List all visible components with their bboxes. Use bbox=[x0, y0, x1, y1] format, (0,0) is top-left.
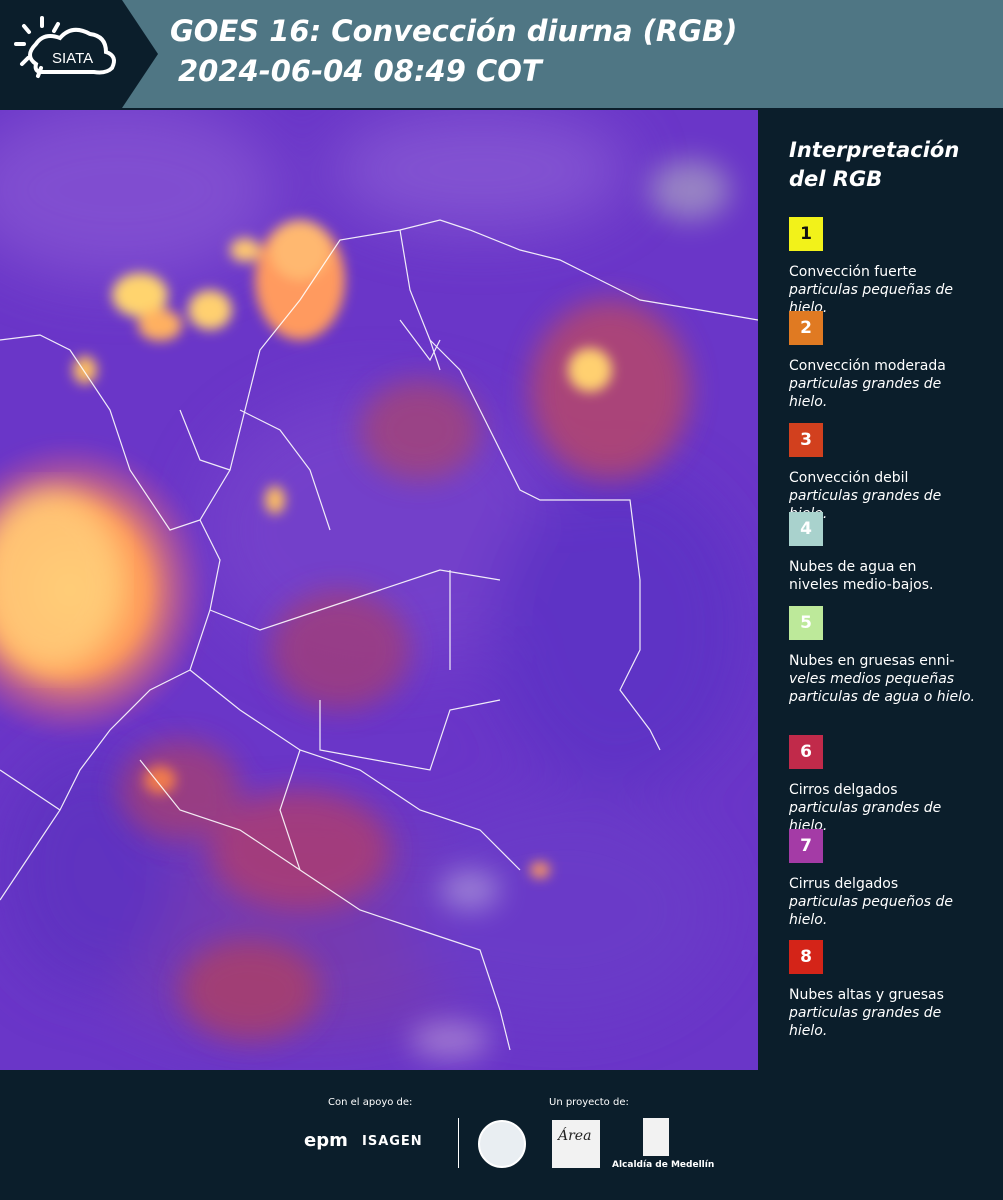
legend-label: Nubes altas y gruesas bbox=[789, 987, 944, 1003]
epm-logo: epm bbox=[304, 1130, 348, 1151]
legend-title: Interpretación del RGB bbox=[789, 138, 960, 191]
legend-item: 1 Convección fuerte particulas pequeñas … bbox=[789, 217, 989, 317]
legend-swatch: 1 bbox=[789, 217, 823, 251]
medellin-coat-icon bbox=[643, 1118, 669, 1156]
project-label: Un proyecto de: bbox=[549, 1097, 629, 1108]
legend-label: Cirros delgados bbox=[789, 782, 898, 798]
legend-label: Convección moderada bbox=[789, 358, 946, 374]
legend-item: 7 Cirrus delgados particulas pequeños de… bbox=[789, 829, 989, 929]
legend-desc: particulas grandes de hielo. bbox=[789, 1005, 942, 1039]
satellite-image bbox=[0, 110, 758, 1070]
page-timestamp: 2024-06-04 08:49 COT bbox=[178, 54, 542, 88]
legend-desc: particulas pequeños de hielo. bbox=[789, 894, 953, 928]
legend-swatch: 8 bbox=[789, 940, 823, 974]
header-bar: SIATA GOES 16: Convección diurna (RGB) 2… bbox=[0, 0, 1003, 108]
legend-item: 3 Convección debil particulas grandes de… bbox=[789, 423, 989, 523]
university-seal-icon bbox=[478, 1120, 526, 1168]
page-title: GOES 16: Convección diurna (RGB) bbox=[170, 14, 738, 48]
legend-swatch: 7 bbox=[789, 829, 823, 863]
legend-label: Cirrus delgados bbox=[789, 876, 899, 892]
legend-desc: veles medios pequeñas particulas de agua… bbox=[789, 671, 975, 705]
medellin-logo-text: Alcaldía de Medellín bbox=[612, 1160, 715, 1170]
legend-label: Nubes de agua en bbox=[789, 559, 917, 575]
isagen-logo: ISAGEN bbox=[362, 1134, 423, 1149]
legend-swatch: 6 bbox=[789, 735, 823, 769]
legend-swatch: 3 bbox=[789, 423, 823, 457]
legend-label: Nubes en gruesas enni- bbox=[789, 653, 955, 669]
footer-divider bbox=[458, 1118, 459, 1168]
logo-text: SIATA bbox=[52, 50, 93, 67]
legend-label: Convección fuerte bbox=[789, 264, 917, 280]
legend-item: 8 Nubes altas y gruesas particulas grand… bbox=[789, 940, 989, 1040]
support-label: Con el apoyo de: bbox=[328, 1097, 413, 1108]
legend-swatch: 2 bbox=[789, 311, 823, 345]
siata-logo: SIATA bbox=[0, 0, 158, 108]
area-logo-text: Área bbox=[558, 1128, 592, 1144]
legend-swatch: 4 bbox=[789, 512, 823, 546]
legend-desc: niveles medio-bajos. bbox=[789, 577, 934, 593]
legend-item: 2 Convección moderada particulas grandes… bbox=[789, 311, 989, 411]
legend-desc: particulas grandes de hielo. bbox=[789, 376, 942, 410]
legend-item: 4 Nubes de agua en niveles medio-bajos. bbox=[789, 512, 989, 594]
legend-item: 6 Cirros delgados particulas grandes de … bbox=[789, 735, 989, 835]
legend-swatch: 5 bbox=[789, 606, 823, 640]
legend-label: Convección debil bbox=[789, 470, 909, 486]
legend-item: 5 Nubes en gruesas enni- veles medios pe… bbox=[789, 606, 989, 706]
